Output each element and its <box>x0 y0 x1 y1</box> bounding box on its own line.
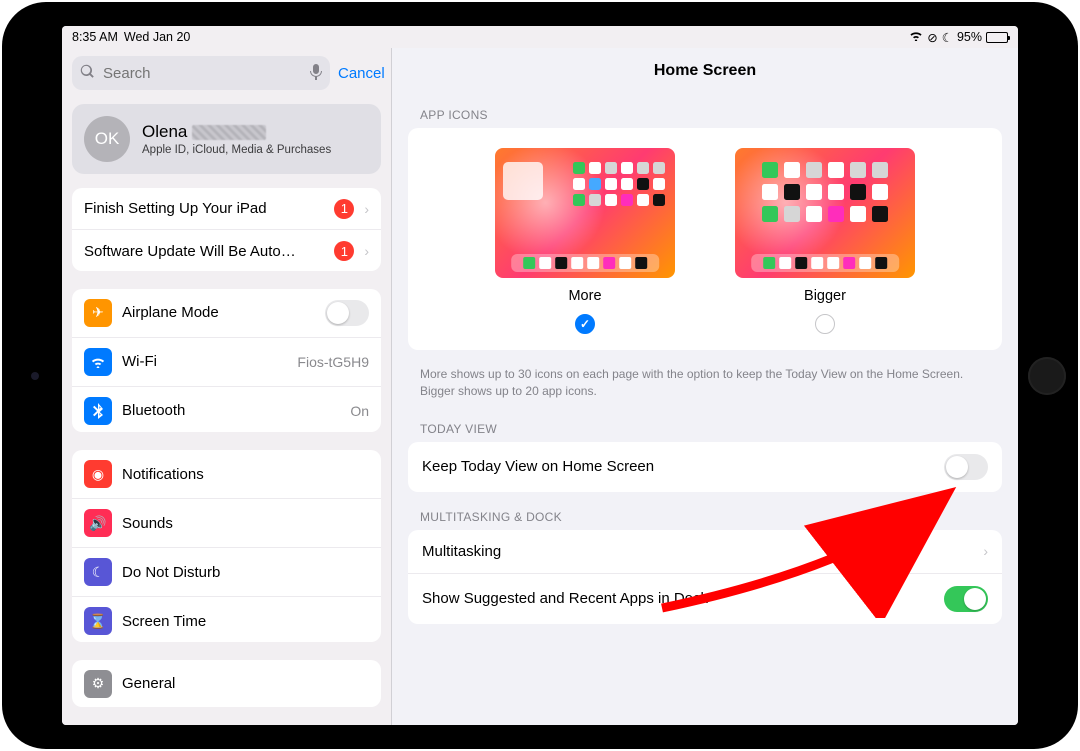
search-icon <box>80 64 95 82</box>
wifi-icon <box>84 348 112 376</box>
chevron-right-icon: › <box>364 201 369 217</box>
row-notifications[interactable]: ◉ Notifications <box>72 450 381 499</box>
avatar: OK <box>84 116 130 162</box>
screen-time-icon: ⌛ <box>84 607 112 635</box>
section-footnote-app-icons: More shows up to 30 icons on each page w… <box>392 360 1018 414</box>
front-camera <box>31 372 39 380</box>
row-bluetooth[interactable]: Bluetooth On <box>72 387 381 433</box>
alert-software-update[interactable]: Software Update Will Be Auto… 1 › <box>72 230 381 271</box>
row-screen-time[interactable]: ⌛ Screen Time <box>72 597 381 642</box>
battery-pct: 95% <box>957 30 982 44</box>
airplane-icon: ✈ <box>84 299 112 327</box>
gear-icon: ⚙ <box>84 670 112 698</box>
settings-sidebar: Cancel OK Olena Apple ID, iCloud, Media … <box>62 48 392 725</box>
wifi-icon <box>909 30 923 44</box>
radio-more[interactable] <box>575 314 595 334</box>
bluetooth-status: On <box>350 403 369 419</box>
row-suggested-apps[interactable]: Show Suggested and Recent Apps in Dock <box>408 574 1002 624</box>
status-date: Wed Jan 20 <box>124 30 190 44</box>
multitasking-section: Multitasking › Show Suggested and Recent… <box>408 530 1002 624</box>
chevron-right-icon: › <box>983 543 988 559</box>
chevron-right-icon: › <box>364 243 369 259</box>
profile-name: Olena <box>142 122 331 142</box>
today-view-section: Keep Today View on Home Screen <box>408 442 1002 492</box>
option-label: Bigger <box>804 288 846 304</box>
search-input[interactable] <box>101 64 304 83</box>
status-time: 8:35 AM <box>72 30 118 44</box>
preview-bigger <box>735 148 915 278</box>
badge: 1 <box>334 199 354 219</box>
row-multitasking[interactable]: Multitasking › <box>408 530 1002 574</box>
mic-icon[interactable] <box>310 64 322 83</box>
orientation-lock-icon: ⊘ <box>927 30 937 45</box>
moon-icon: ☾ <box>942 30 953 45</box>
app-icons-section: More <box>408 128 1002 350</box>
notifications-icon: ◉ <box>84 460 112 488</box>
section-header-app-icons: APP ICONS <box>392 100 1018 128</box>
option-more[interactable]: More <box>495 148 675 334</box>
cancel-button[interactable]: Cancel <box>338 65 385 82</box>
today-view-toggle[interactable] <box>944 454 988 480</box>
page-title: Home Screen <box>392 48 1018 100</box>
sounds-icon: 🔊 <box>84 509 112 537</box>
profile-card[interactable]: OK Olena Apple ID, iCloud, Media & Purch… <box>72 104 381 174</box>
option-bigger[interactable]: Bigger <box>735 148 915 334</box>
badge: 1 <box>334 241 354 261</box>
notifications-group: ◉ Notifications 🔊 Sounds ☾ Do Not Distur… <box>72 450 381 642</box>
detail-pane: Home Screen APP ICONS <box>392 48 1018 725</box>
general-group: ⚙ General <box>72 660 381 707</box>
row-general[interactable]: ⚙ General <box>72 660 381 707</box>
bluetooth-icon <box>84 397 112 425</box>
row-dnd[interactable]: ☾ Do Not Disturb <box>72 548 381 597</box>
section-header-multitasking: MULTITASKING & DOCK <box>392 502 1018 530</box>
row-airplane-mode[interactable]: ✈ Airplane Mode <box>72 289 381 338</box>
alerts-group: Finish Setting Up Your iPad 1 › Software… <box>72 188 381 271</box>
section-header-today-view: TODAY VIEW <box>392 414 1018 442</box>
status-bar: 8:35 AM Wed Jan 20 ⊘ ☾ 95% <box>62 26 1018 48</box>
row-sounds[interactable]: 🔊 Sounds <box>72 499 381 548</box>
preview-more <box>495 148 675 278</box>
profile-subtitle: Apple ID, iCloud, Media & Purchases <box>142 144 331 156</box>
dnd-icon: ☾ <box>84 558 112 586</box>
battery-icon <box>986 32 1008 43</box>
airplane-toggle[interactable] <box>325 300 369 326</box>
wifi-network-name: Fios-tG5H9 <box>297 354 369 370</box>
row-wifi[interactable]: Wi-Fi Fios-tG5H9 <box>72 338 381 387</box>
ipad-frame: 8:35 AM Wed Jan 20 ⊘ ☾ 95% <box>2 2 1078 749</box>
row-keep-today-view[interactable]: Keep Today View on Home Screen <box>408 442 1002 492</box>
network-group: ✈ Airplane Mode Wi-Fi Fios-tG5H9 <box>72 289 381 433</box>
option-label: More <box>568 288 601 304</box>
radio-bigger[interactable] <box>815 314 835 334</box>
screen: 8:35 AM Wed Jan 20 ⊘ ☾ 95% <box>62 26 1018 725</box>
home-button[interactable] <box>1028 357 1066 395</box>
redacted-surname <box>192 125 266 140</box>
suggested-apps-toggle[interactable] <box>944 586 988 612</box>
alert-finish-setup[interactable]: Finish Setting Up Your iPad 1 › <box>72 188 381 230</box>
search-field[interactable] <box>72 56 330 90</box>
